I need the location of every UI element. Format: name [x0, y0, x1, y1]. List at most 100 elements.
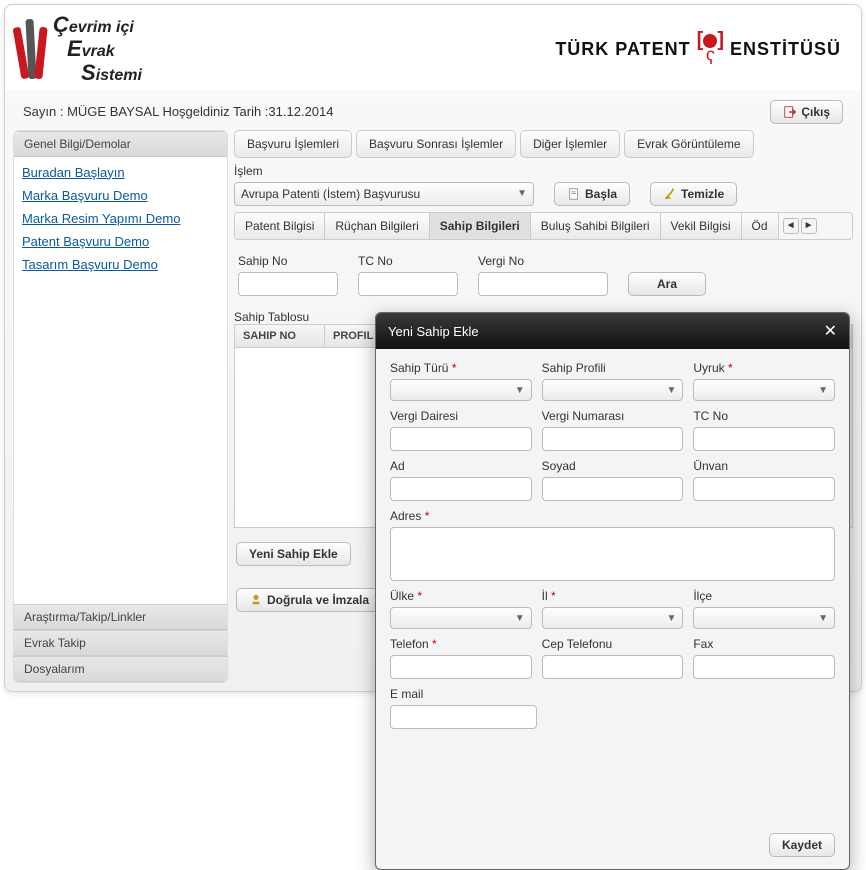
sidebar-body: Buradan Başlayın Marka Başvuru Demo Mark…	[14, 157, 227, 284]
sidebar-section-arastirma[interactable]: Araştırma/Takip/Linkler	[14, 604, 227, 630]
sidebar-section-dosyalarim[interactable]: Dosyalarım	[14, 656, 227, 682]
subtab-next-button[interactable]: ►	[801, 218, 817, 234]
document-icon	[567, 187, 581, 201]
start-label: Başla	[585, 187, 617, 201]
chevron-down-icon: ▼	[818, 385, 828, 396]
vergi-no-input[interactable]	[478, 272, 608, 296]
save-button[interactable]: Kaydet	[769, 833, 835, 857]
ilce-label: İlçe	[693, 589, 835, 605]
vergi-numarasi-input[interactable]	[542, 427, 684, 451]
stamp-icon	[249, 593, 263, 607]
operation-label: İşlem	[234, 164, 534, 180]
owner-search-form: Sahip No TC No Vergi No Ara	[234, 246, 853, 304]
new-owner-label: Yeni Sahip Ekle	[249, 547, 338, 561]
modal-titlebar[interactable]: Yeni Sahip Ekle ✕	[376, 313, 849, 349]
vergi-dairesi-input[interactable]	[390, 427, 532, 451]
subtab-ruchan[interactable]: Rüçhan Bilgileri	[325, 213, 429, 239]
sahip-no-input[interactable]	[238, 272, 338, 296]
brand-right-text: ENSTİTÜSÜ	[730, 39, 841, 60]
start-button[interactable]: Başla	[554, 182, 630, 206]
sidebar-section-evrak-takip[interactable]: Evrak Takip	[14, 630, 227, 656]
modal-close-button[interactable]: ✕	[824, 321, 837, 341]
ad-label: Ad	[390, 459, 532, 475]
tab-basvuru-islemleri[interactable]: Başvuru İşlemleri	[234, 130, 352, 158]
sahip-profili-select[interactable]: ▼	[542, 379, 684, 401]
logo-left: Çevrim içi Evrak Sistemi	[17, 13, 142, 86]
telefon-input[interactable]	[390, 655, 532, 679]
unvan-input[interactable]	[693, 477, 835, 501]
subtab-vekil-bilgisi[interactable]: Vekil Bilgisi	[661, 213, 742, 239]
ulke-select[interactable]: ▼	[390, 607, 532, 629]
search-label: Ara	[657, 277, 677, 291]
sidebar: Genel Bilgi/Demolar Buradan Başlayın Mar…	[13, 130, 228, 683]
sidebar-link-tasarim-basvuru[interactable]: Tasarım Başvuru Demo	[22, 253, 219, 276]
sahip-turu-select[interactable]: ▼	[390, 379, 532, 401]
brand-word: istemi	[96, 67, 142, 84]
validate-label: Doğrula ve İmzala	[267, 593, 369, 607]
save-label: Kaydet	[782, 838, 822, 852]
vergi-dairesi-label: Vergi Dairesi	[390, 409, 532, 425]
vergi-no-label: Vergi No	[478, 254, 608, 270]
exit-icon	[783, 105, 797, 119]
exit-label: Çıkış	[801, 105, 830, 119]
brand-cap: E	[67, 36, 82, 61]
brand-word: vrak	[82, 43, 115, 60]
email-label: E mail	[390, 687, 537, 703]
sidebar-link-patent-basvuru[interactable]: Patent Başvuru Demo	[22, 230, 219, 253]
unvan-label: Ünvan	[693, 459, 835, 475]
brand-text: Çevrim içi Evrak Sistemi	[53, 13, 142, 86]
tc-no-input[interactable]	[358, 272, 458, 296]
soyad-input[interactable]	[542, 477, 684, 501]
cep-telefonu-input[interactable]	[542, 655, 684, 679]
fax-label: Fax	[693, 637, 835, 653]
clear-label: Temizle	[681, 187, 724, 201]
sidebar-link-marka-resim[interactable]: Marka Resim Yapımı Demo	[22, 207, 219, 230]
modal-tcno-input[interactable]	[693, 427, 835, 451]
validate-sign-button[interactable]: Doğrula ve İmzala	[236, 588, 382, 612]
chevron-down-icon: ▼	[666, 385, 676, 396]
logo-right: TÜRK PATENT [] ʕ ENSTİTÜSÜ	[555, 29, 841, 69]
modal-tcno-label: TC No	[693, 409, 835, 425]
new-owner-modal: Yeni Sahip Ekle ✕ Sahip Türü * ▼ Sahip P…	[375, 312, 850, 870]
il-select[interactable]: ▼	[542, 607, 684, 629]
fax-input[interactable]	[693, 655, 835, 679]
broom-icon	[663, 187, 677, 201]
table-caption: Sahip Tablosu	[234, 310, 309, 326]
chevron-down-icon: ▼	[818, 613, 828, 624]
tc-no-label: TC No	[358, 254, 458, 270]
subtab-prev-button[interactable]: ◄	[783, 218, 799, 234]
operation-value: Avrupa Patenti (İstem) Başvurusu	[241, 187, 420, 201]
ad-input[interactable]	[390, 477, 532, 501]
subtab-patent-bilgisi[interactable]: Patent Bilgisi	[235, 213, 325, 239]
il-label: İl *	[542, 589, 684, 605]
chevron-down-icon: ▼	[515, 613, 525, 624]
vergi-numarasi-label: Vergi Numarası	[542, 409, 684, 425]
adres-input[interactable]	[390, 527, 835, 581]
sahip-profili-label: Sahip Profili	[542, 361, 684, 377]
welcome-bar: Sayın : MÜGE BAYSAL Hoşgeldiniz Tarih :3…	[5, 90, 861, 130]
subtab-nav: ◄ ►	[779, 218, 821, 234]
tab-basvuru-sonrasi[interactable]: Başvuru Sonrası İşlemler	[356, 130, 516, 158]
exit-button[interactable]: Çıkış	[770, 100, 843, 124]
tab-diger-islemler[interactable]: Diğer İşlemler	[520, 130, 620, 158]
operation-select[interactable]: Avrupa Patenti (İstem) Başvurusu ▼	[234, 182, 534, 206]
subtab-odeme[interactable]: Öd	[742, 213, 779, 239]
subtab-sahip-bilgileri[interactable]: Sahip Bilgileri	[430, 213, 531, 239]
sidebar-section-demolar[interactable]: Genel Bilgi/Demolar	[14, 131, 227, 157]
sidebar-link-start[interactable]: Buradan Başlayın	[22, 161, 219, 184]
soyad-label: Soyad	[542, 459, 684, 475]
welcome-text: Sayın : MÜGE BAYSAL Hoşgeldiniz Tarih :3…	[23, 104, 333, 119]
brand-cap: Ç	[53, 12, 69, 37]
subtab-bulus-sahibi[interactable]: Buluş Sahibi Bilgileri	[531, 213, 661, 239]
email-input[interactable]	[390, 705, 537, 729]
speech-bubble-icon: [] ʕ	[697, 29, 724, 69]
brand-word: evrim içi	[69, 19, 134, 36]
new-owner-button[interactable]: Yeni Sahip Ekle	[236, 542, 351, 566]
brand-right-text: TÜRK PATENT	[555, 39, 690, 60]
tab-evrak-goruntuleme[interactable]: Evrak Görüntüleme	[624, 130, 753, 158]
search-button[interactable]: Ara	[628, 272, 706, 296]
ilce-select[interactable]: ▼	[693, 607, 835, 629]
clear-button[interactable]: Temizle	[650, 182, 737, 206]
sidebar-link-marka-basvuru[interactable]: Marka Başvuru Demo	[22, 184, 219, 207]
uyruk-select[interactable]: ▼	[693, 379, 835, 401]
